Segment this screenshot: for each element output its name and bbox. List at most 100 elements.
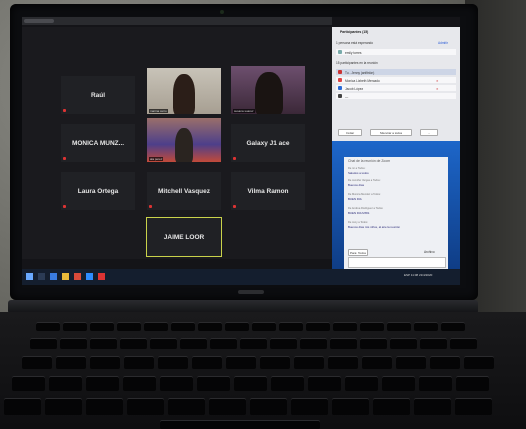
keyboard-key bbox=[300, 338, 327, 349]
keyboard-key bbox=[86, 376, 119, 391]
tile-name: MONICA MUNZ... bbox=[71, 139, 125, 147]
avatar-icon bbox=[338, 94, 342, 98]
zoom-icon[interactable] bbox=[86, 273, 93, 280]
participant-row[interactable]: — bbox=[336, 93, 456, 99]
avatar-icon bbox=[338, 50, 342, 54]
participant-name: Tu - Jenny (anfitrión) bbox=[345, 70, 375, 75]
participants-panel: Participantes (15) 1 persona está espera… bbox=[332, 27, 460, 141]
keyboard-key bbox=[168, 398, 205, 415]
language-indicator[interactable]: ESP bbox=[404, 273, 410, 277]
clock-date[interactable]: 21/4/2020 bbox=[419, 273, 432, 277]
participant-row[interactable]: Monica Lizbeth Mercado ✕ bbox=[336, 77, 456, 83]
keyboard-key bbox=[333, 322, 357, 331]
window-title bbox=[24, 19, 54, 23]
keyboard-key bbox=[117, 322, 141, 331]
mute-all-button[interactable]: Silenciar a todos bbox=[370, 129, 412, 136]
muted-mic-icon bbox=[63, 205, 66, 208]
chat-panel: Chat de la reunión de Zoom De mí a Todos… bbox=[344, 157, 448, 269]
keyboard-key bbox=[373, 398, 410, 415]
chrome-icon[interactable] bbox=[74, 273, 81, 280]
keyboard-key bbox=[396, 356, 426, 369]
keyboard-key bbox=[455, 398, 492, 415]
folder-icon[interactable] bbox=[62, 273, 69, 280]
participant-name: Jacob López bbox=[345, 86, 364, 91]
waiting-person-row[interactable]: emily torres bbox=[336, 49, 456, 55]
invite-button[interactable]: Invitar bbox=[338, 129, 362, 136]
file-button[interactable]: Archivo bbox=[424, 250, 435, 254]
keyboard-key bbox=[328, 356, 358, 369]
keyboard-key bbox=[226, 356, 256, 369]
keyboard-key bbox=[45, 398, 82, 415]
keyboard-key bbox=[420, 338, 447, 349]
tile-video-3[interactable]: ala perez bbox=[146, 117, 222, 163]
waiting-person-name: emily torres bbox=[345, 50, 362, 55]
keyboard-key bbox=[414, 398, 451, 415]
keyboard-key bbox=[291, 398, 328, 415]
more-button[interactable]: ... bbox=[420, 129, 438, 136]
space-bar bbox=[160, 420, 320, 429]
keyboard-key bbox=[271, 376, 304, 391]
tile-laura[interactable]: Laura Ortega bbox=[60, 171, 136, 211]
tile-video-2[interactable]: susana suarez bbox=[230, 65, 306, 115]
tile-raul[interactable]: Raúl bbox=[60, 75, 136, 115]
keyboard-key bbox=[171, 322, 195, 331]
admit-all-link[interactable]: Admitir bbox=[438, 41, 448, 45]
system-tray: ESP 11:08 21/4/2020 bbox=[404, 273, 432, 277]
tile-name: Mitchell Vasquez bbox=[157, 187, 211, 195]
keyboard-key bbox=[252, 322, 276, 331]
keyboard-key bbox=[22, 356, 52, 369]
keyboard-key bbox=[180, 338, 207, 349]
video-tag: susana suarez bbox=[233, 109, 255, 113]
participant-video bbox=[175, 128, 193, 162]
keyboard-key bbox=[144, 322, 168, 331]
start-icon[interactable] bbox=[26, 273, 33, 280]
chat-message: BUEN DIA bbox=[348, 197, 362, 201]
tile-galaxy[interactable]: Galaxy J1 ace bbox=[230, 123, 306, 163]
keyboard-key bbox=[90, 338, 117, 349]
keyboard-key bbox=[345, 376, 378, 391]
webcam-dot bbox=[220, 10, 224, 14]
participant-row[interactable]: Jacob López ✕ bbox=[336, 85, 456, 91]
muted-mic-icon bbox=[63, 109, 66, 112]
avatar-icon bbox=[338, 78, 342, 82]
tile-video-1[interactable]: marina cerro bbox=[146, 67, 222, 115]
keyboard-key bbox=[360, 338, 387, 349]
edge-icon[interactable] bbox=[50, 273, 57, 280]
keyboard-key bbox=[360, 322, 384, 331]
tile-name: Raúl bbox=[90, 91, 106, 99]
muted-mic-icon bbox=[233, 205, 236, 208]
muted-mic-icon bbox=[149, 205, 152, 208]
keyboard-key bbox=[86, 398, 123, 415]
tile-name: Galaxy J1 ace bbox=[246, 139, 290, 147]
keyboard-key bbox=[430, 356, 460, 369]
keyboard-key bbox=[330, 338, 357, 349]
keyboard-key bbox=[390, 338, 417, 349]
keyboard-key bbox=[192, 356, 222, 369]
chat-sender: De Jennifer Vargas a Todos: bbox=[348, 179, 381, 182]
tile-mitchell[interactable]: Mitchell Vasquez bbox=[146, 171, 222, 211]
keyboard-key bbox=[382, 376, 415, 391]
chat-message: BUEN DIA MISS bbox=[348, 211, 370, 215]
keyboard-key bbox=[387, 322, 411, 331]
keyboard-key bbox=[90, 356, 120, 369]
laptop-screen: Raúl marina cerro susana suarez MONICA M… bbox=[22, 17, 460, 285]
keyboard-key bbox=[270, 338, 297, 349]
clock-time[interactable]: 11:08 bbox=[411, 273, 418, 277]
brand-logo bbox=[238, 290, 264, 294]
keyboard-key bbox=[49, 376, 82, 391]
tile-name: Vilma Ramon bbox=[247, 187, 289, 195]
avatar-icon bbox=[338, 70, 342, 74]
tile-jaime-active-speaker[interactable]: JAIME LOOR bbox=[146, 217, 222, 257]
keyboard-key bbox=[127, 398, 164, 415]
keyboard-key bbox=[308, 376, 341, 391]
participant-row[interactable]: Tu - Jenny (anfitrión) bbox=[336, 69, 456, 75]
search-icon[interactable] bbox=[38, 273, 45, 280]
tile-monica[interactable]: MONICA MUNZ... bbox=[60, 123, 136, 163]
chat-input[interactable] bbox=[348, 257, 446, 268]
keyboard-key bbox=[362, 356, 392, 369]
tile-vilma[interactable]: Vilma Ramon bbox=[230, 171, 306, 211]
tile-name: Laura Ortega bbox=[77, 187, 119, 195]
chat-recipient-select[interactable]: Para: Todos bbox=[348, 249, 368, 256]
keyboard-key bbox=[332, 398, 369, 415]
app-icon[interactable] bbox=[98, 273, 105, 280]
